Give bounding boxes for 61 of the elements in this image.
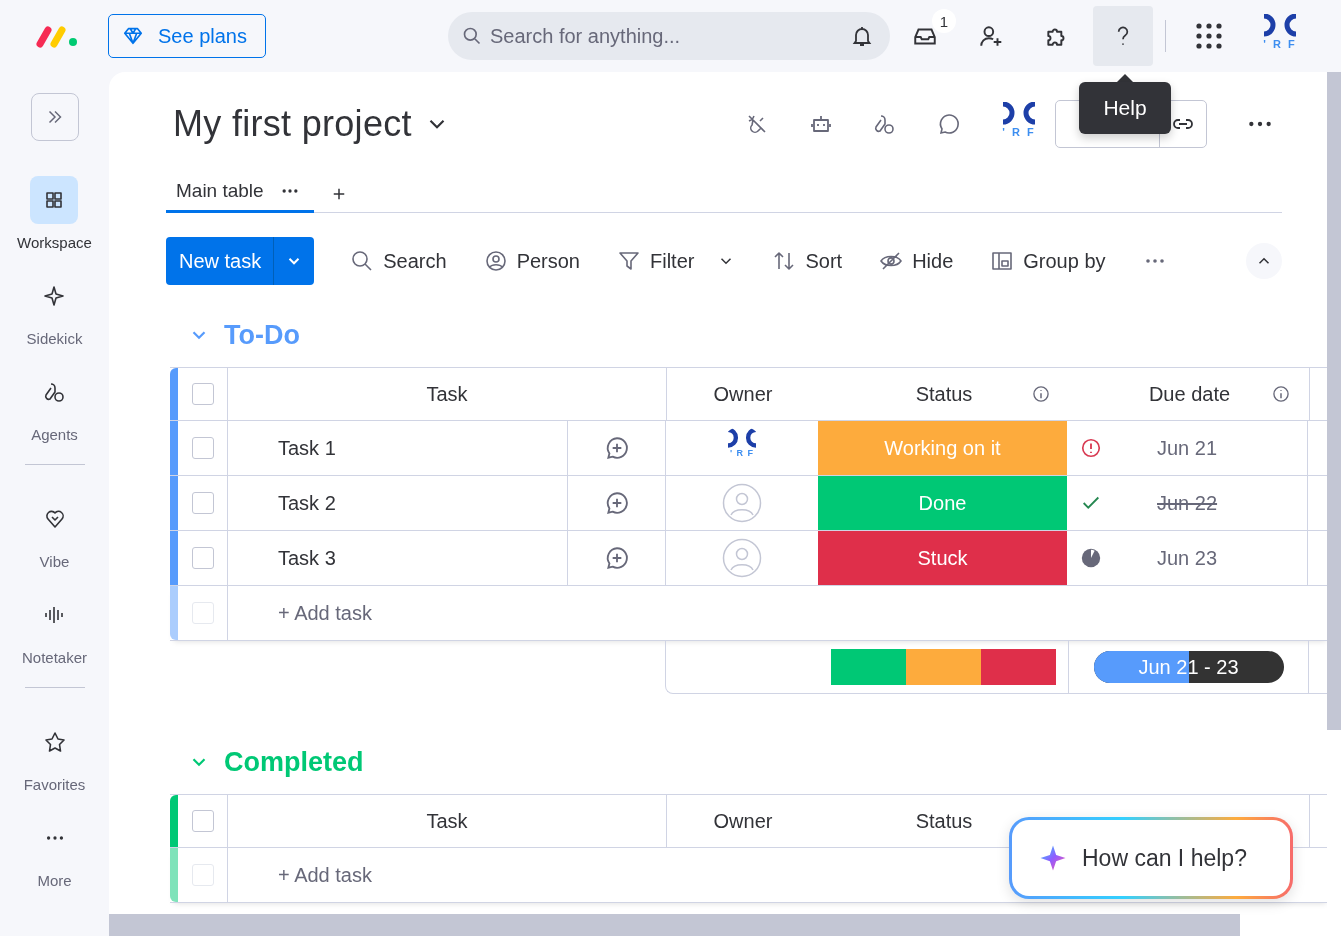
notification-badge: 1 (932, 9, 956, 33)
toolbar-button[interactable]: Search (350, 249, 447, 273)
sidebar-item[interactable]: Vibe (39, 553, 70, 570)
scrollbar[interactable] (109, 914, 1240, 936)
invite-user-icon[interactable] (978, 23, 1004, 49)
task-name[interactable]: Task 2 (278, 491, 336, 515)
toolbar-button[interactable]: Filter (617, 249, 736, 273)
sidebar-item[interactable]: Agents (31, 426, 78, 443)
assistant-prompt[interactable]: How can I help? (1009, 817, 1293, 899)
checkbox[interactable] (191, 810, 214, 832)
task-name[interactable]: Task 3 (278, 546, 336, 570)
filter-icon (617, 249, 641, 273)
column-header[interactable]: Task (228, 368, 667, 420)
due-date[interactable]: Jun 21 (1157, 436, 1218, 460)
column-header[interactable]: Task (228, 795, 667, 847)
column-header[interactable]: Status (915, 809, 973, 833)
due-date[interactable]: Jun 23 (1157, 546, 1218, 570)
column-header[interactable]: Status (915, 382, 973, 406)
help-tooltip: Help (1079, 74, 1171, 134)
person-icon (483, 249, 508, 273)
column-header[interactable]: Owner (713, 809, 773, 833)
toolbar-button[interactable]: Person (483, 249, 580, 273)
sidebar-item[interactable]: Workspace (17, 234, 92, 251)
due-date[interactable]: Jun 22 (1157, 491, 1218, 515)
column-header[interactable]: Owner (713, 382, 773, 406)
sidebar-item[interactable]: Favorites (23, 776, 86, 793)
checkbox[interactable] (191, 547, 214, 569)
search-icon (462, 26, 482, 46)
add-task-link[interactable]: + Add task (278, 863, 372, 887)
add-task-link[interactable]: + Add task (278, 601, 372, 625)
diamond-icon (122, 25, 144, 47)
board-title[interactable]: My first project (173, 103, 412, 145)
toolbar-button[interactable]: Sort (772, 249, 843, 273)
share-button-group[interactable] (1055, 100, 1207, 148)
see-plans-button[interactable]: See plans (108, 14, 266, 58)
checkbox[interactable] (191, 492, 214, 514)
checkbox[interactable] (191, 383, 214, 405)
status-label[interactable]: Stuck (818, 531, 1068, 585)
sort-icon (772, 249, 797, 273)
scrollbar[interactable] (1327, 72, 1341, 730)
sidebar-item[interactable]: More (37, 872, 72, 889)
grid-icon[interactable] (30, 176, 79, 224)
task-name[interactable]: Task 1 (278, 436, 336, 460)
info-icon[interactable] (1031, 384, 1051, 404)
search-input[interactable]: Search for anything... (490, 24, 842, 48)
sidebar-item[interactable]: Notetaker (21, 649, 87, 666)
column-header[interactable]: Due date (1148, 382, 1231, 406)
agents-icon[interactable] (873, 112, 897, 136)
new-task-dropdown[interactable] (273, 237, 315, 285)
toolbar-button[interactable]: Hide (879, 249, 954, 273)
group-icon (990, 249, 1015, 273)
new-task-button[interactable]: New task (166, 237, 274, 285)
apps-grid-icon[interactable] (1194, 21, 1224, 51)
view-tab[interactable]: Main table (166, 176, 314, 213)
checkbox[interactable] (191, 437, 214, 459)
toolbar-button[interactable]: Group by (990, 249, 1106, 273)
search-field[interactable]: Search for anything... (448, 12, 890, 60)
info-icon[interactable] (1271, 384, 1291, 404)
sidebar-item[interactable]: Sidekick (26, 330, 83, 347)
bell-icon[interactable] (850, 24, 874, 48)
comment-icon[interactable] (937, 112, 961, 136)
